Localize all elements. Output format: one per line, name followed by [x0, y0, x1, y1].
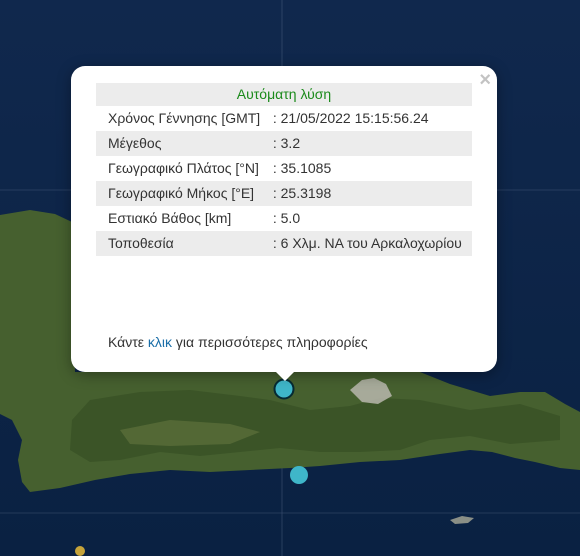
solution-type-title: Αυτόματη λύση	[96, 83, 472, 106]
detail-label: Χρόνος Γέννησης [GMT]	[108, 110, 261, 126]
detail-row-depth: Εστιακό Βάθος [km] : 5.0	[96, 206, 472, 231]
detail-value: : 35.1085	[272, 160, 332, 176]
detail-value: : 6 Χλμ. ΝΑ του Αρκαλοχωρίου	[268, 231, 472, 256]
popup-header-row: Αυτόματη λύση	[96, 83, 472, 106]
more-info-prefix: Κάντε	[108, 334, 148, 350]
selected-earthquake-marker[interactable]	[273, 378, 295, 400]
detail-row-location: Τοποθεσία : 6 Χλμ. ΝΑ του Αρκαλοχωρίου	[96, 231, 472, 256]
detail-row-latitude: Γεωγραφικό Πλάτος [°N] : 35.1085	[96, 156, 472, 181]
detail-value: : 5.0	[272, 210, 301, 226]
more-info-text: Κάντε κλικ για περισσότερες πληροφορίες	[108, 334, 368, 350]
detail-value: : 3.2	[268, 131, 472, 156]
more-info-link[interactable]: κλικ	[148, 334, 172, 350]
earthquake-info-popup: × Αυτόματη λύση Χρόνος Γέννησης [GMT] : …	[71, 66, 497, 381]
earthquake-details-table: Αυτόματη λύση Χρόνος Γέννησης [GMT] : 21…	[96, 83, 472, 256]
detail-label: Γεωγραφικό Πλάτος [°N]	[108, 160, 259, 176]
close-popup-button[interactable]: ×	[479, 70, 491, 90]
detail-row-longitude: Γεωγραφικό Μήκος [°E] : 25.3198	[96, 181, 472, 206]
more-info-suffix: για περισσότερες πληροφορίες	[172, 334, 368, 350]
detail-row-magnitude: Μέγεθος : 3.2	[96, 131, 472, 156]
earthquake-marker-small[interactable]	[75, 546, 85, 556]
detail-label: Μέγεθος	[96, 131, 269, 156]
detail-label: Τοποθεσία	[96, 231, 269, 256]
detail-label: Εστιακό Βάθος [km]	[108, 210, 232, 226]
detail-value: : 21/05/2022 15:15:56.24	[272, 110, 429, 126]
detail-label: Γεωγραφικό Μήκος [°E]	[96, 181, 269, 206]
popup-tip	[274, 370, 296, 381]
earthquake-marker[interactable]	[290, 466, 308, 484]
detail-row-origin-time: Χρόνος Γέννησης [GMT] : 21/05/2022 15:15…	[96, 106, 472, 131]
detail-value: : 25.3198	[268, 181, 472, 206]
